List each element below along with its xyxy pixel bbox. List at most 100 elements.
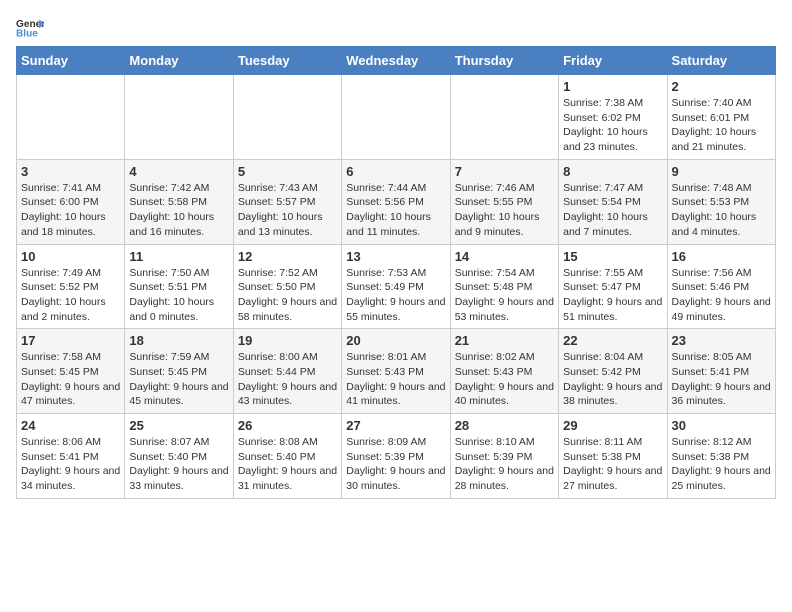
calendar-cell — [342, 75, 450, 160]
day-number: 30 — [672, 418, 771, 433]
calendar-cell: 11 Sunrise: 7:50 AMSunset: 5:51 PMDayligh… — [125, 244, 233, 329]
day-info: Sunrise: 7:43 AMSunset: 5:57 PMDaylight:… — [238, 181, 337, 240]
day-number: 18 — [129, 333, 228, 348]
calendar-cell: 4 Sunrise: 7:42 AMSunset: 5:58 PMDaylight… — [125, 159, 233, 244]
calendar-cell: 1Sunrise: 7:38 AMSunset: 6:02 PMDaylight… — [559, 75, 667, 160]
day-info: Sunrise: 7:56 AMSunset: 5:46 PMDaylight:… — [672, 266, 771, 325]
day-number: 9 — [672, 164, 771, 179]
day-info: Sunrise: 8:10 AMSunset: 5:39 PMDaylight:… — [455, 435, 554, 494]
day-number: 27 — [346, 418, 445, 433]
calendar-cell: 16 Sunrise: 7:56 AMSunset: 5:46 PMDayligh… — [667, 244, 775, 329]
calendar-cell: 6 Sunrise: 7:44 AMSunset: 5:56 PMDaylight… — [342, 159, 450, 244]
day-info: Sunrise: 8:00 AMSunset: 5:44 PMDaylight:… — [238, 350, 337, 409]
day-number: 2 — [672, 79, 771, 94]
day-info: Sunrise: 7:46 AMSunset: 5:55 PMDaylight:… — [455, 181, 554, 240]
calendar-cell: 14 Sunrise: 7:54 AMSunset: 5:48 PMDayligh… — [450, 244, 558, 329]
day-number: 24 — [21, 418, 120, 433]
page-header: General Blue — [16, 16, 776, 38]
day-info: Sunrise: 7:41 AMSunset: 6:00 PMDaylight:… — [21, 181, 120, 240]
day-info: Sunrise: 8:06 AMSunset: 5:41 PMDaylight:… — [21, 435, 120, 494]
calendar-body: 1Sunrise: 7:38 AMSunset: 6:02 PMDaylight… — [17, 75, 776, 499]
day-number: 6 — [346, 164, 445, 179]
calendar-week-4: 17Sunrise: 7:58 AMSunset: 5:45 PMDayligh… — [17, 329, 776, 414]
day-number: 29 — [563, 418, 662, 433]
day-info: Sunrise: 7:52 AMSunset: 5:50 PMDaylight:… — [238, 266, 337, 325]
calendar-cell: 21 Sunrise: 8:02 AMSunset: 5:43 PMDayligh… — [450, 329, 558, 414]
calendar-week-2: 3 Sunrise: 7:41 AMSunset: 6:00 PMDaylight… — [17, 159, 776, 244]
day-info: Sunrise: 7:55 AMSunset: 5:47 PMDaylight:… — [563, 266, 662, 325]
calendar-cell: 28 Sunrise: 8:10 AMSunset: 5:39 PMDayligh… — [450, 414, 558, 499]
day-info: Sunrise: 8:05 AMSunset: 5:41 PMDaylight:… — [672, 350, 771, 409]
day-info: Sunrise: 7:54 AMSunset: 5:48 PMDaylight:… — [455, 266, 554, 325]
day-number: 22 — [563, 333, 662, 348]
day-number: 3 — [21, 164, 120, 179]
day-number: 14 — [455, 249, 554, 264]
calendar-cell: 25 Sunrise: 8:07 AMSunset: 5:40 PMDayligh… — [125, 414, 233, 499]
day-info: Sunrise: 8:07 AMSunset: 5:40 PMDaylight:… — [129, 435, 228, 494]
calendar-cell: 12Sunrise: 7:52 AMSunset: 5:50 PMDayligh… — [233, 244, 341, 329]
calendar-week-1: 1Sunrise: 7:38 AMSunset: 6:02 PMDaylight… — [17, 75, 776, 160]
day-number: 10 — [21, 249, 120, 264]
calendar-cell: 23 Sunrise: 8:05 AMSunset: 5:41 PMDayligh… — [667, 329, 775, 414]
day-number: 17 — [21, 333, 120, 348]
day-number: 5 — [238, 164, 337, 179]
day-number: 15 — [563, 249, 662, 264]
day-number: 20 — [346, 333, 445, 348]
calendar-cell — [125, 75, 233, 160]
svg-text:Blue: Blue — [16, 28, 38, 38]
calendar-cell: 13 Sunrise: 7:53 AMSunset: 5:49 PMDayligh… — [342, 244, 450, 329]
day-number: 11 — [129, 249, 228, 264]
logo-icon: General Blue — [16, 16, 44, 38]
calendar-cell: 22 Sunrise: 8:04 AMSunset: 5:42 PMDayligh… — [559, 329, 667, 414]
logo: General Blue — [16, 16, 48, 38]
day-header-tuesday: Tuesday — [233, 47, 341, 75]
calendar-week-3: 10Sunrise: 7:49 AMSunset: 5:52 PMDayligh… — [17, 244, 776, 329]
calendar-cell: 3 Sunrise: 7:41 AMSunset: 6:00 PMDaylight… — [17, 159, 125, 244]
day-number: 7 — [455, 164, 554, 179]
calendar-header-row: SundayMondayTuesdayWednesdayThursdayFrid… — [17, 47, 776, 75]
day-header-friday: Friday — [559, 47, 667, 75]
day-number: 21 — [455, 333, 554, 348]
day-number: 25 — [129, 418, 228, 433]
day-header-sunday: Sunday — [17, 47, 125, 75]
day-info: Sunrise: 7:47 AMSunset: 5:54 PMDaylight:… — [563, 181, 662, 240]
calendar-cell — [233, 75, 341, 160]
day-info: Sunrise: 8:08 AMSunset: 5:40 PMDaylight:… — [238, 435, 337, 494]
day-info: Sunrise: 8:01 AMSunset: 5:43 PMDaylight:… — [346, 350, 445, 409]
day-header-wednesday: Wednesday — [342, 47, 450, 75]
day-info: Sunrise: 7:40 AMSunset: 6:01 PMDaylight:… — [672, 96, 771, 155]
day-number: 26 — [238, 418, 337, 433]
calendar-cell: 7 Sunrise: 7:46 AMSunset: 5:55 PMDaylight… — [450, 159, 558, 244]
day-header-monday: Monday — [125, 47, 233, 75]
calendar-cell: 15 Sunrise: 7:55 AMSunset: 5:47 PMDayligh… — [559, 244, 667, 329]
calendar-week-5: 24 Sunrise: 8:06 AMSunset: 5:41 PMDayligh… — [17, 414, 776, 499]
day-info: Sunrise: 8:11 AMSunset: 5:38 PMDaylight:… — [563, 435, 662, 494]
day-number: 4 — [129, 164, 228, 179]
day-info: Sunrise: 8:09 AMSunset: 5:39 PMDaylight:… — [346, 435, 445, 494]
calendar-cell: 27 Sunrise: 8:09 AMSunset: 5:39 PMDayligh… — [342, 414, 450, 499]
day-info: Sunrise: 8:12 AMSunset: 5:38 PMDaylight:… — [672, 435, 771, 494]
calendar-cell: 29 Sunrise: 8:11 AMSunset: 5:38 PMDayligh… — [559, 414, 667, 499]
calendar-cell — [17, 75, 125, 160]
day-info: Sunrise: 7:44 AMSunset: 5:56 PMDaylight:… — [346, 181, 445, 240]
day-info: Sunrise: 7:50 AMSunset: 5:51 PMDaylight:… — [129, 266, 228, 325]
day-info: Sunrise: 7:53 AMSunset: 5:49 PMDaylight:… — [346, 266, 445, 325]
day-number: 28 — [455, 418, 554, 433]
day-info: Sunrise: 7:42 AMSunset: 5:58 PMDaylight:… — [129, 181, 228, 240]
calendar-cell: 30 Sunrise: 8:12 AMSunset: 5:38 PMDayligh… — [667, 414, 775, 499]
calendar-cell: 9 Sunrise: 7:48 AMSunset: 5:53 PMDaylight… — [667, 159, 775, 244]
day-info: Sunrise: 7:48 AMSunset: 5:53 PMDaylight:… — [672, 181, 771, 240]
day-info: Sunrise: 7:59 AMSunset: 5:45 PMDaylight:… — [129, 350, 228, 409]
day-header-thursday: Thursday — [450, 47, 558, 75]
calendar-table: SundayMondayTuesdayWednesdayThursdayFrid… — [16, 46, 776, 499]
day-info: Sunrise: 8:02 AMSunset: 5:43 PMDaylight:… — [455, 350, 554, 409]
day-number: 13 — [346, 249, 445, 264]
calendar-cell: 19Sunrise: 8:00 AMSunset: 5:44 PMDayligh… — [233, 329, 341, 414]
day-info: Sunrise: 8:04 AMSunset: 5:42 PMDaylight:… — [563, 350, 662, 409]
day-number: 23 — [672, 333, 771, 348]
day-number: 16 — [672, 249, 771, 264]
day-number: 8 — [563, 164, 662, 179]
calendar-cell: 10Sunrise: 7:49 AMSunset: 5:52 PMDayligh… — [17, 244, 125, 329]
calendar-cell: 2 Sunrise: 7:40 AMSunset: 6:01 PMDaylight… — [667, 75, 775, 160]
calendar-cell: 8 Sunrise: 7:47 AMSunset: 5:54 PMDaylight… — [559, 159, 667, 244]
